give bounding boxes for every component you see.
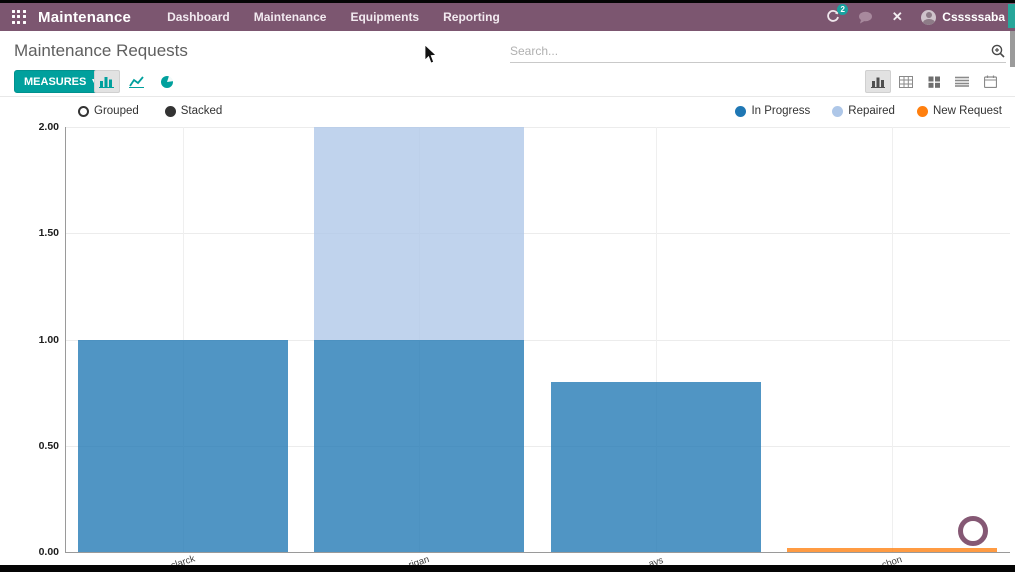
edge-green-fragment <box>1008 4 1015 28</box>
activity-icon[interactable]: 2 <box>825 4 849 25</box>
graph-view: Grouped Stacked In Progress Repaired New Re… <box>0 97 1015 572</box>
measures-label: MEASURES <box>24 75 87 88</box>
user-name: Csssssaba <box>942 10 1005 24</box>
list-view-icon <box>955 76 969 87</box>
app-window: Maintenance Dashboard Maintenance Equipmen… <box>0 0 1015 572</box>
bar-segment-in-progress[interactable] <box>550 382 761 552</box>
calendar-view-icon <box>983 75 997 88</box>
gridline-h <box>65 127 1010 128</box>
toolbar-row: MEASURES ▾ <box>0 67 1015 97</box>
bar-segment-in-progress[interactable] <box>314 339 525 552</box>
avatar <box>921 9 937 25</box>
y-axis-line <box>65 127 66 552</box>
search-input[interactable] <box>510 43 990 58</box>
view-pivot-button[interactable] <box>893 70 919 93</box>
screencast-click-ring <box>958 516 988 546</box>
pie-chart-button[interactable] <box>154 70 180 93</box>
page-title: Maintenance Requests <box>14 41 188 60</box>
search-bar <box>510 39 1006 63</box>
control-panel: Maintenance Requests MEASURES ▾ <box>0 31 1015 97</box>
view-switcher <box>865 70 1003 93</box>
activity-badge: 2 <box>837 4 849 15</box>
y-tick-label: 1.00 <box>38 333 59 346</box>
nav-menu-item-maintenance[interactable]: Maintenance <box>254 10 327 24</box>
gridline-h <box>65 233 1010 235</box>
search-zoom-icon[interactable] <box>990 43 1006 59</box>
nav-menu: Dashboard Maintenance Equipments Reporting <box>167 10 500 24</box>
gridline-v <box>891 127 893 552</box>
nav-menu-item-reporting[interactable]: Reporting <box>443 10 500 24</box>
messages-icon[interactable] <box>857 9 873 25</box>
y-tick-label: 0.00 <box>38 546 59 558</box>
top-navbar: Maintenance Dashboard Maintenance Equipmen… <box>0 3 1015 31</box>
mouse-cursor <box>424 44 437 64</box>
pivot-view-icon <box>899 75 913 88</box>
chat-bubble-icon <box>858 11 872 23</box>
letterbox-bottom <box>0 565 1015 572</box>
line-chart-button[interactable] <box>124 70 150 93</box>
nav-menu-item-equipments[interactable]: Equipments <box>350 10 419 24</box>
graph-view-icon <box>870 77 885 88</box>
bar-chart-button[interactable] <box>94 70 120 93</box>
tools-icon[interactable]: ✕ <box>889 9 905 25</box>
y-tick-label: 1.50 <box>38 227 59 240</box>
pie-chart-icon <box>161 75 174 88</box>
y-tick-label: 2.00 <box>38 121 59 133</box>
bar-segment-in-progress[interactable] <box>78 339 289 552</box>
bar-chart-icon <box>99 77 114 88</box>
y-tick-label: 0.50 <box>38 439 59 452</box>
kanban-view-icon <box>928 76 940 88</box>
chart-type-switcher <box>94 70 180 93</box>
bar-segment-new-request[interactable] <box>786 547 997 552</box>
bar-segment-repaired[interactable] <box>314 127 525 340</box>
line-chart-icon <box>129 76 144 88</box>
user-menu[interactable]: Csssssaba <box>921 9 1005 25</box>
view-list-button[interactable] <box>949 70 975 93</box>
nav-menu-item-dashboard[interactable]: Dashboard <box>167 10 230 24</box>
view-kanban-button[interactable] <box>921 70 947 93</box>
view-calendar-button[interactable] <box>977 70 1003 93</box>
nav-right-cluster: 2 ✕ Csssssaba <box>825 4 1015 25</box>
view-graph-button[interactable] <box>865 70 891 93</box>
letterbox-top <box>0 0 1015 3</box>
x-icon: ✕ <box>891 9 903 24</box>
edge-scrollbar-fragment <box>1010 31 1015 67</box>
app-title[interactable]: Maintenance <box>38 9 131 26</box>
apps-menu-icon[interactable] <box>12 10 26 24</box>
